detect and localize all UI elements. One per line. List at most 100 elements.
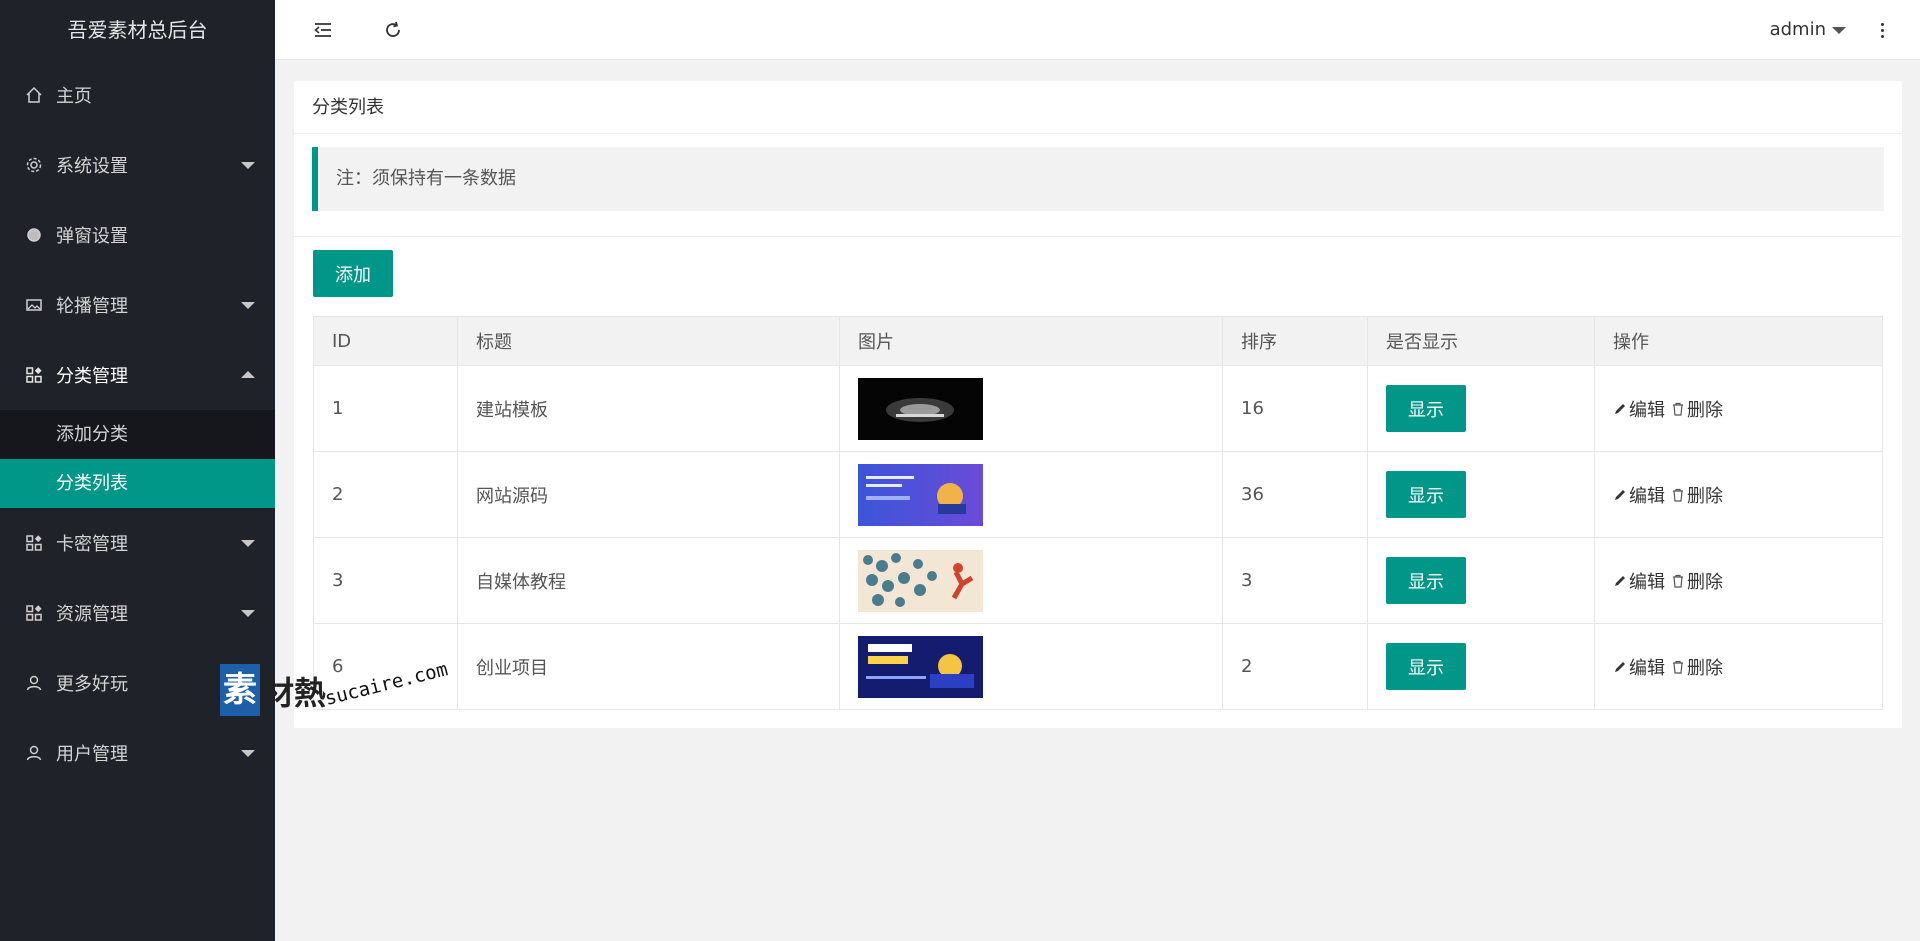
top-header: admin xyxy=(275,0,1920,60)
sidebar-subitem-category-list[interactable]: 分类列表 xyxy=(0,459,275,508)
user-icon xyxy=(24,673,44,693)
app-title: 吾爱素材总后台 xyxy=(67,18,208,42)
column-header: 标题 xyxy=(457,316,840,366)
sidebar-item-card-keys[interactable]: 卡密管理 xyxy=(0,508,275,578)
category-list-card: 分类列表 注：须保持有一条数据 添加 ID 标题 图片 排序 是否显示 操作 1… xyxy=(294,81,1902,728)
table-row: 1 建站模板 16 显示 编辑 删除 xyxy=(313,365,1883,452)
watermark: 素 材熱 sucaire.com xyxy=(218,658,468,730)
column-header: 排序 xyxy=(1222,316,1368,366)
category-submenu: 添加分类 分类列表 xyxy=(0,410,275,508)
cell-image xyxy=(839,537,1223,624)
cell-visible: 显示 xyxy=(1367,451,1595,538)
edit-action[interactable]: 编辑 xyxy=(1613,654,1665,680)
chevron-down-icon xyxy=(241,750,255,757)
cell-title: 创业项目 xyxy=(457,623,840,710)
add-button[interactable]: 添加 xyxy=(313,250,393,297)
cell-title: 自媒体教程 xyxy=(457,537,840,624)
category-thumbnail xyxy=(858,635,983,698)
sidebar-item-home[interactable]: 主页 xyxy=(0,60,275,130)
column-header: 是否显示 xyxy=(1367,316,1595,366)
edit-action[interactable]: 编辑 xyxy=(1613,568,1665,594)
category-table: ID 标题 图片 排序 是否显示 操作 1 建站模板 16 显示 编辑 删除 2… xyxy=(313,316,1883,710)
sidebar-item-popup-settings[interactable]: 弹窗设置 xyxy=(0,200,275,270)
chevron-down-icon xyxy=(241,162,255,169)
cell-image xyxy=(839,451,1223,538)
chevron-down-icon xyxy=(241,302,255,309)
category-thumbnail xyxy=(858,377,983,440)
edit-action[interactable]: 编辑 xyxy=(1613,396,1665,422)
circle-icon xyxy=(24,225,44,245)
column-header: 图片 xyxy=(839,316,1223,366)
show-toggle-button[interactable]: 显示 xyxy=(1386,385,1466,432)
cell-sort: 3 xyxy=(1222,537,1368,624)
cell-visible: 显示 xyxy=(1367,623,1595,710)
sidebar-item-label: 用户管理 xyxy=(56,744,128,765)
cell-image xyxy=(839,365,1223,452)
sidebar-item-label: 弹窗设置 xyxy=(56,226,128,247)
username: admin xyxy=(1769,19,1826,40)
sidebar-item-carousel[interactable]: 轮播管理 xyxy=(0,270,275,340)
delete-action[interactable]: 删除 xyxy=(1671,396,1723,422)
column-header: 操作 xyxy=(1594,316,1883,366)
user-menu[interactable]: admin xyxy=(1770,0,1846,60)
cell-visible: 显示 xyxy=(1367,537,1595,624)
delete-label: 删除 xyxy=(1687,571,1723,593)
note-blockquote: 注：须保持有一条数据 xyxy=(312,147,1884,211)
table-row: 2 网站源码 36 显示 编辑 删除 xyxy=(313,451,1883,538)
pencil-icon xyxy=(1615,661,1625,672)
show-toggle-button[interactable]: 显示 xyxy=(1386,557,1466,604)
watermark-logo: 素 xyxy=(220,664,260,716)
chevron-up-icon xyxy=(241,371,255,378)
cell-actions: 编辑 删除 xyxy=(1594,451,1883,538)
table-row: 6 创业项目 2 显示 编辑 删除 xyxy=(313,623,1883,710)
sidebar: 吾爱素材总后台 主页 系统设置 弹窗设置 轮播管理 分类管理 添加分类 分类列表… xyxy=(0,0,275,941)
cell-sort: 16 xyxy=(1222,365,1368,452)
cell-title: 网站源码 xyxy=(457,451,840,538)
pencil-icon xyxy=(1615,403,1625,414)
more-vertical-icon[interactable] xyxy=(1872,16,1892,44)
divider xyxy=(294,236,1902,237)
edit-label: 编辑 xyxy=(1629,657,1665,679)
sidebar-item-label: 主页 xyxy=(56,86,92,107)
delete-label: 删除 xyxy=(1687,485,1723,507)
user-icon xyxy=(24,743,44,763)
collapse-sidebar-icon[interactable] xyxy=(309,16,337,44)
card-title: 分类列表 xyxy=(294,81,1902,134)
cell-sort: 2 xyxy=(1222,623,1368,710)
delete-action[interactable]: 删除 xyxy=(1671,654,1723,680)
chevron-down-icon xyxy=(241,610,255,617)
show-toggle-button[interactable]: 显示 xyxy=(1386,643,1466,690)
trash-icon xyxy=(1673,402,1683,416)
delete-action[interactable]: 删除 xyxy=(1671,482,1723,508)
sidebar-item-category[interactable]: 分类管理 xyxy=(0,340,275,410)
edit-label: 编辑 xyxy=(1629,485,1665,507)
show-toggle-button[interactable]: 显示 xyxy=(1386,471,1466,518)
trash-icon xyxy=(1673,574,1683,588)
cell-actions: 编辑 删除 xyxy=(1594,623,1883,710)
sidebar-item-label: 分类管理 xyxy=(56,366,128,387)
edit-action[interactable]: 编辑 xyxy=(1613,482,1665,508)
trash-icon xyxy=(1673,660,1683,674)
chevron-down-icon xyxy=(241,540,255,547)
refresh-icon[interactable] xyxy=(379,16,407,44)
sidebar-item-system-settings[interactable]: 系统设置 xyxy=(0,130,275,200)
edit-label: 编辑 xyxy=(1629,399,1665,421)
home-icon xyxy=(24,85,44,105)
sidebar-item-resources[interactable]: 资源管理 xyxy=(0,578,275,648)
sidebar-subitem-add-category[interactable]: 添加分类 xyxy=(0,410,275,459)
table-row: 3 自媒体教程 3 显示 编辑 删除 xyxy=(313,537,1883,624)
sidebar-item-label: 资源管理 xyxy=(56,604,128,625)
cell-id: 3 xyxy=(313,537,458,624)
sidebar-item-label: 更多好玩 xyxy=(56,674,128,695)
sidebar-item-label: 轮播管理 xyxy=(56,296,128,317)
apps-icon xyxy=(24,603,44,623)
cell-image xyxy=(839,623,1223,710)
cell-actions: 编辑 删除 xyxy=(1594,537,1883,624)
chevron-down-icon xyxy=(1832,26,1846,34)
apps-icon xyxy=(24,533,44,553)
category-thumbnail xyxy=(858,463,983,526)
image-icon xyxy=(24,295,44,315)
delete-action[interactable]: 删除 xyxy=(1671,568,1723,594)
watermark-url: sucaire.com xyxy=(322,658,451,710)
trash-icon xyxy=(1673,488,1683,502)
